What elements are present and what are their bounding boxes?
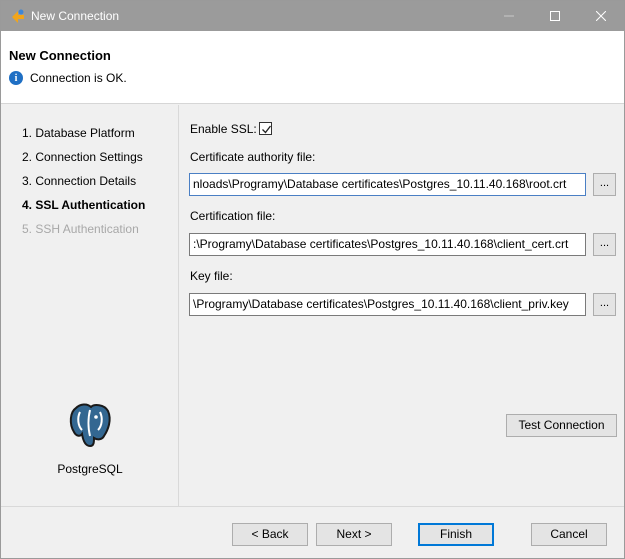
cancel-button[interactable]: Cancel xyxy=(531,523,607,546)
test-connection-button[interactable]: Test Connection xyxy=(506,414,617,437)
wizard-header: New Connection i Connection is OK. xyxy=(1,31,624,104)
cert-file-label: Certification file: xyxy=(190,209,276,223)
status-text: Connection is OK. xyxy=(30,71,127,85)
ssl-settings-panel: Enable SSL: Certificate authority file: … xyxy=(180,105,624,506)
ca-file-label: Certificate authority file: xyxy=(190,150,316,164)
postgresql-elephant-icon xyxy=(66,400,116,450)
minimize-button[interactable] xyxy=(486,1,532,31)
connection-status: i Connection is OK. xyxy=(9,71,127,85)
enable-ssl-checkbox[interactable] xyxy=(259,122,272,135)
step-connection-settings[interactable]: 2. Connection Settings xyxy=(22,150,143,164)
step-connection-details[interactable]: 3. Connection Details xyxy=(22,174,136,188)
platform-label: PostgreSQL xyxy=(57,462,123,476)
step-ssh-authentication: 5. SSH Authentication xyxy=(22,222,139,236)
step-database-platform[interactable]: 1. Database Platform xyxy=(22,126,135,140)
page-title: New Connection xyxy=(9,48,111,63)
close-icon xyxy=(596,11,606,21)
finish-button[interactable]: Finish xyxy=(418,523,494,546)
cert-file-input[interactable]: :\Programy\Database certificates\Postgre… xyxy=(189,233,586,256)
back-button[interactable]: < Back xyxy=(232,523,308,546)
minimize-icon xyxy=(504,15,514,17)
maximize-icon xyxy=(550,11,560,21)
wizard-footer: < Back Next > Finish Cancel xyxy=(1,506,624,558)
check-icon xyxy=(262,125,272,134)
key-file-label: Key file: xyxy=(190,269,233,283)
enable-ssl-label: Enable SSL: xyxy=(190,122,257,136)
cert-file-browse-button[interactable]: ... xyxy=(593,233,616,256)
new-connection-window: New Connection New Connection i Connecti… xyxy=(0,0,625,559)
ca-file-input[interactable]: nloads\Programy\Database certificates\Po… xyxy=(189,173,586,196)
step-ssl-authentication[interactable]: 4. SSL Authentication xyxy=(22,198,145,212)
info-icon: i xyxy=(9,71,23,85)
key-file-browse-button[interactable]: ... xyxy=(593,293,616,316)
app-logo-icon xyxy=(10,8,26,24)
wizard-steps-sidebar: 1. Database Platform 2. Connection Setti… xyxy=(1,105,179,506)
next-button[interactable]: Next > xyxy=(316,523,392,546)
close-button[interactable] xyxy=(578,1,624,31)
maximize-button[interactable] xyxy=(532,1,578,31)
ca-file-browse-button[interactable]: ... xyxy=(593,173,616,196)
title-bar[interactable]: New Connection xyxy=(1,1,624,31)
key-file-input[interactable]: \Programy\Database certificates\Postgres… xyxy=(189,293,586,316)
window-title: New Connection xyxy=(31,9,120,23)
